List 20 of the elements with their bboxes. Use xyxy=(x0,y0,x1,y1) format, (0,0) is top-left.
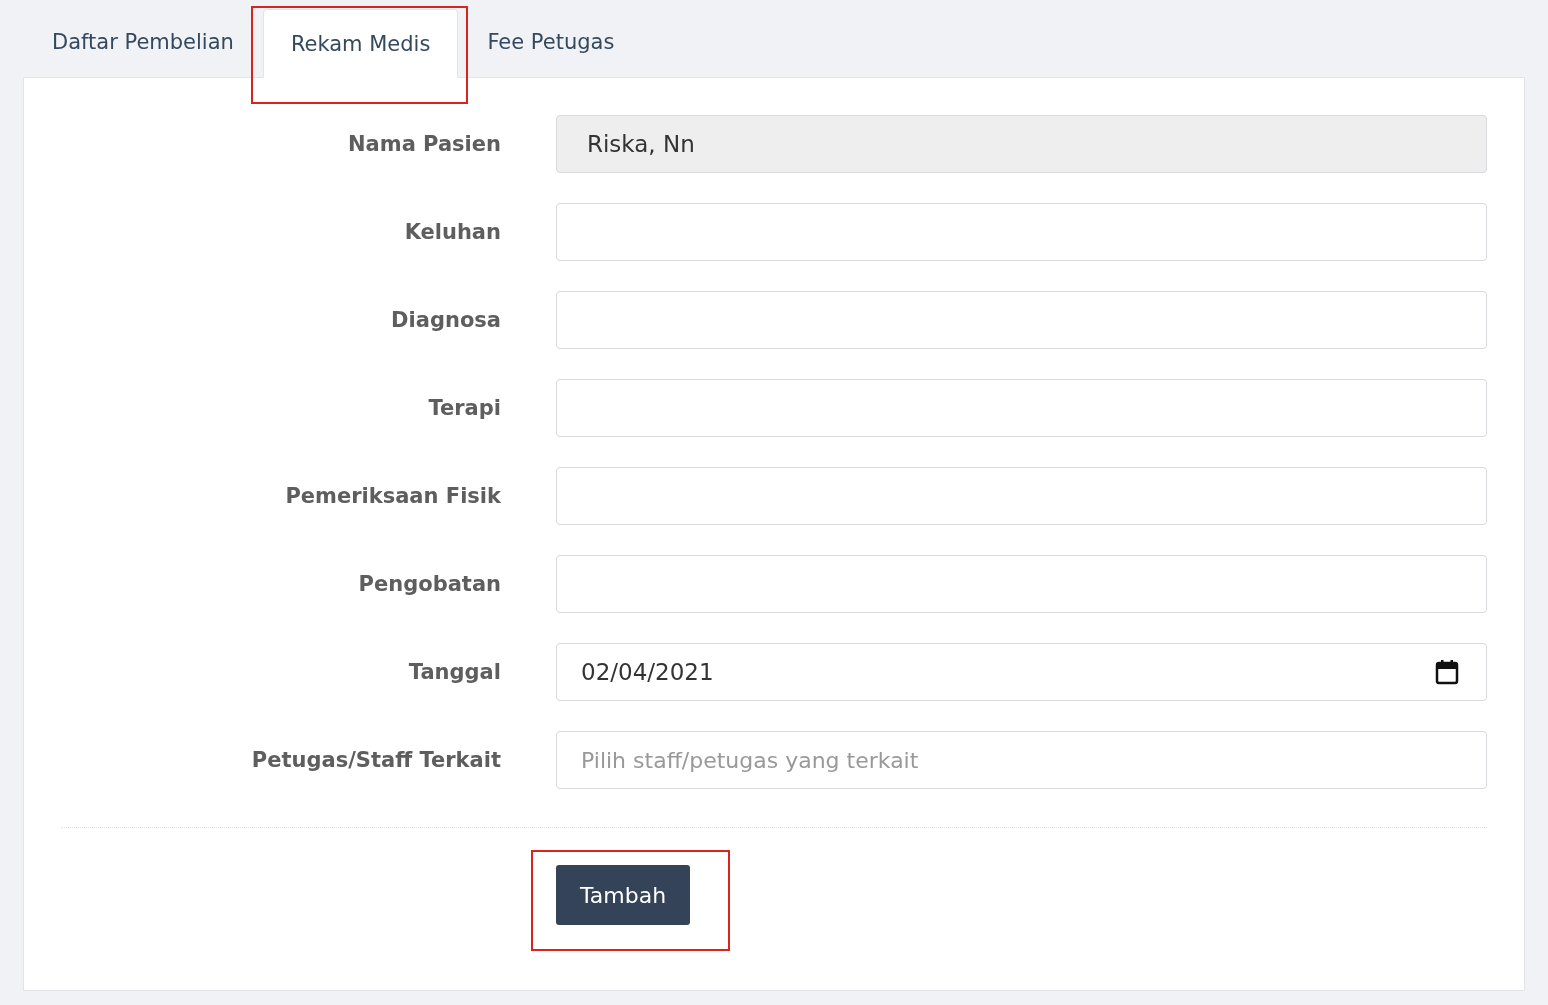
field-label: Pemeriksaan Fisik xyxy=(284,484,501,508)
input-field[interactable] xyxy=(556,291,1487,349)
input-field[interactable]: Riska, Nn xyxy=(556,115,1487,173)
field-label: Nama Pasien xyxy=(347,132,501,156)
field-label: Tanggal xyxy=(407,660,501,684)
field-label: Diagnosa xyxy=(390,308,501,332)
field-label: Pengobatan xyxy=(357,572,501,596)
date-field[interactable]: 02/04/2021 xyxy=(556,643,1487,701)
input-field[interactable] xyxy=(556,379,1487,437)
tab[interactable]: Daftar Pembelian xyxy=(23,6,263,78)
calendar-icon[interactable] xyxy=(1435,659,1459,685)
add-button[interactable]: Tambah xyxy=(556,865,691,925)
input-field[interactable] xyxy=(556,555,1487,613)
field-label: Keluhan xyxy=(403,220,501,244)
tab[interactable]: Rekam Medis xyxy=(262,9,459,78)
input-field[interactable] xyxy=(556,467,1487,525)
field-label: Petugas/Staff Terkait xyxy=(250,748,501,772)
field-label: Terapi xyxy=(427,396,501,420)
input-field[interactable] xyxy=(556,203,1487,261)
tab[interactable]: Fee Petugas xyxy=(458,6,644,78)
